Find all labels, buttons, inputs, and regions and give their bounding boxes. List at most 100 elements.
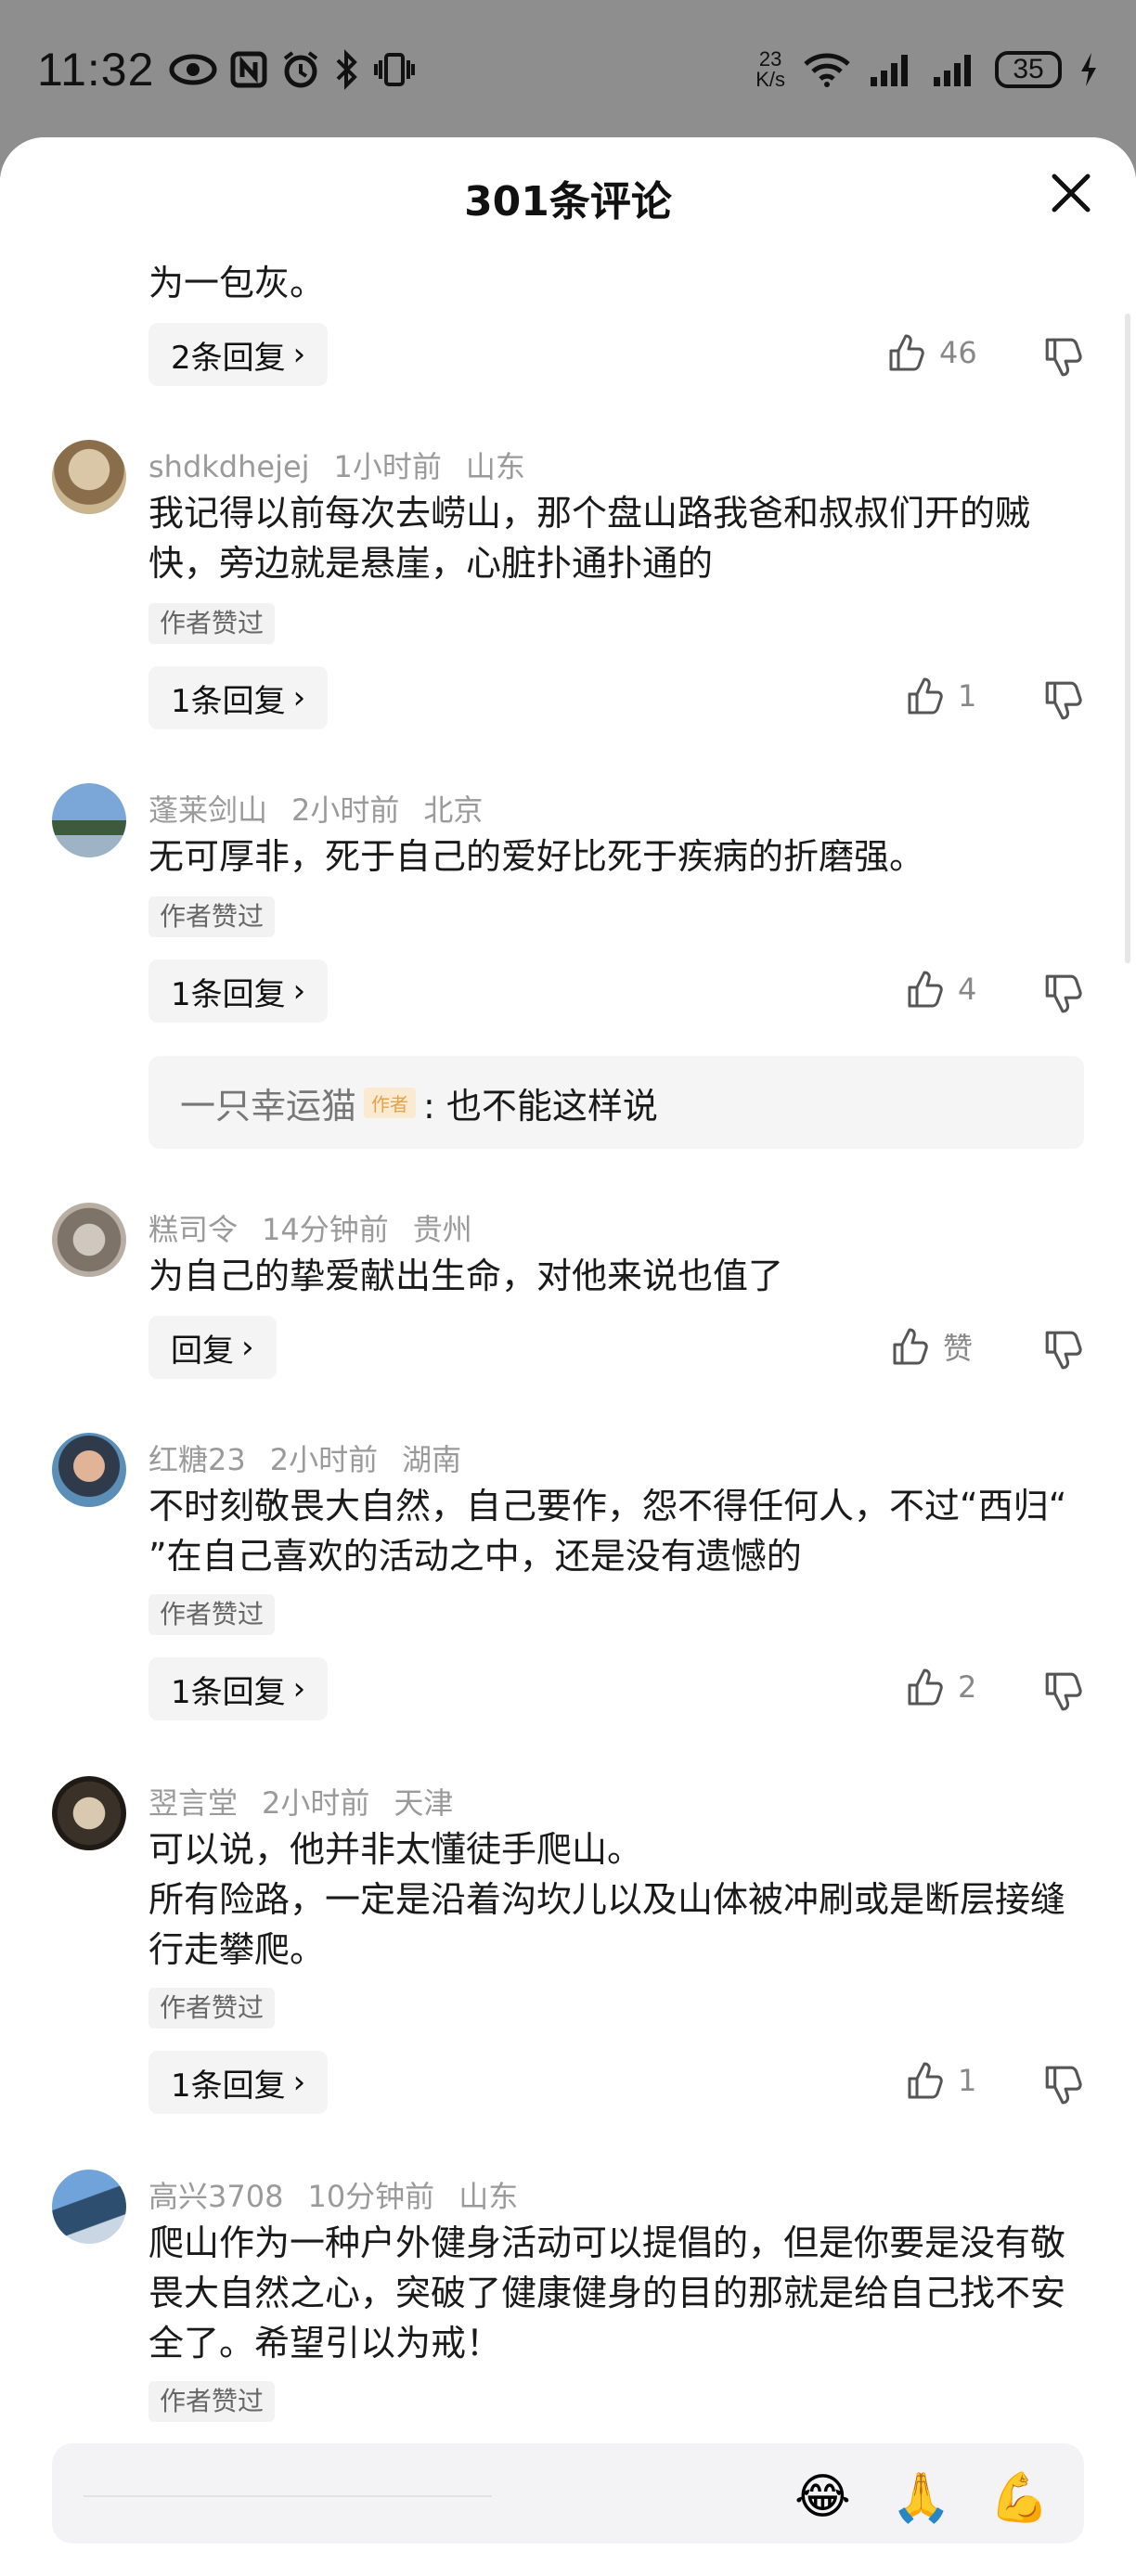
- sheet-title: 301条评论: [464, 178, 672, 225]
- signal-icon-1: [871, 55, 908, 86]
- like-button[interactable]: 4: [904, 969, 976, 1010]
- status-left-icons: [169, 49, 416, 90]
- thumbs-down-icon[interactable]: [1041, 2064, 1084, 2106]
- speed-value: 23: [758, 47, 782, 71]
- thumbs-up-icon: [889, 334, 924, 371]
- comment-input-field[interactable]: [84, 2495, 492, 2497]
- comment-meta: 翌言堂 2小时前 天津: [148, 1780, 477, 1823]
- username[interactable]: 糕司令: [148, 1212, 238, 1247]
- sub-reply-text: : 也不能这样说: [423, 1085, 658, 1127]
- author-liked-badge: 作者赞过: [148, 2381, 276, 2422]
- like-button[interactable]: 1: [904, 2060, 976, 2101]
- emoji-muscle-icon[interactable]: 💪: [989, 2469, 1050, 2526]
- username[interactable]: 蓬莱剑山: [148, 792, 267, 828]
- avatar[interactable]: [52, 2170, 126, 2244]
- timestamp: 1小时前: [333, 449, 442, 484]
- comment-meta: 高兴3708 10分钟前 山东: [148, 2173, 542, 2216]
- comment-text-line: 可以说，他并非太懂徒手爬山。: [148, 1829, 643, 1870]
- comment-meta: 红糖23 2小时前 湖南: [148, 1436, 485, 1479]
- timestamp: 10分钟前: [307, 2179, 435, 2214]
- username[interactable]: shdkdhejej: [148, 449, 310, 484]
- replies-label: 1条回复: [171, 1673, 286, 1711]
- chevron-right-icon: ›: [292, 336, 306, 373]
- alarm-icon: [284, 51, 318, 88]
- like-button[interactable]: 2: [904, 1667, 976, 1707]
- location: 山东: [458, 2179, 519, 2214]
- location: 湖南: [402, 1442, 462, 1477]
- status-bar: 11:32 23 K/s 35: [0, 0, 1136, 139]
- comment-meta: 糕司令 14分钟前 贵州: [148, 1206, 497, 1249]
- close-icon[interactable]: [1043, 165, 1099, 221]
- thumbs-up-icon: [908, 971, 943, 1008]
- view-replies-button[interactable]: 1条回复 ›: [148, 1657, 329, 1720]
- avatar[interactable]: [52, 1776, 126, 1850]
- comment-meta: 蓬莱剑山 2小时前 北京: [148, 787, 507, 830]
- replies-label: 2条回复: [171, 339, 286, 377]
- sub-reply-username[interactable]: 一只幸运猫: [180, 1077, 356, 1128]
- view-replies-button[interactable]: 1条回复 ›: [148, 2051, 329, 2114]
- replies-label: 1条回复: [171, 682, 286, 720]
- comment-text: 可以说，他并非太懂徒手爬山。 所有险路，一定是沿着沟坎儿以及山体被冲刷或是断层接…: [148, 1824, 1086, 1975]
- comment-text: 我记得以前每次去崂山，那个盘山路我爸和叔叔们开的贼快，旁边就是悬崖，心脏扑通扑通…: [148, 493, 1031, 584]
- thumbs-down-icon[interactable]: [1041, 1670, 1084, 1713]
- avatar[interactable]: [52, 1203, 126, 1277]
- battery-level: 35: [1013, 54, 1044, 84]
- username[interactable]: 翌言堂: [148, 1785, 238, 1821]
- bluetooth-icon: [337, 49, 358, 90]
- thumbs-down-icon[interactable]: [1041, 679, 1084, 722]
- thumbs-up-icon: [893, 1328, 928, 1365]
- location: 北京: [423, 792, 484, 828]
- like-count: 赞: [943, 1331, 974, 1366]
- comment-input-bar[interactable]: 😂 🙏 💪: [52, 2443, 1084, 2544]
- comment-text: 不时刻敬畏大自然，自己要作，怨不得任何人，不过“西归“ ”在自己喜欢的活动之中，…: [148, 1486, 1067, 1577]
- chevron-right-icon: ›: [292, 679, 306, 716]
- like-button[interactable]: 46: [885, 332, 977, 373]
- author-liked-badge: 作者赞过: [148, 896, 276, 937]
- comment-text-line: 所有险路，一定是沿着沟坎儿以及山体被冲刷或是断层接缝行走攀爬。: [148, 1879, 1066, 1970]
- like-count: 4: [958, 972, 977, 1007]
- username[interactable]: 红糖23: [148, 1442, 246, 1477]
- chevron-right-icon: ›: [241, 1329, 254, 1366]
- location: 山东: [465, 449, 525, 484]
- signal-icon-2: [934, 55, 971, 86]
- speed-unit: K/s: [755, 68, 785, 91]
- thumbs-down-icon[interactable]: [1041, 1329, 1084, 1372]
- thumbs-up-icon: [908, 677, 943, 715]
- author-liked-badge: 作者赞过: [148, 1988, 276, 2029]
- thumbs-up-icon: [908, 2062, 943, 2099]
- view-replies-button[interactable]: 1条回复 ›: [148, 960, 329, 1023]
- nfc-icon: [230, 51, 267, 88]
- thumbs-down-icon[interactable]: [1041, 336, 1084, 379]
- like-count: 2: [958, 1669, 977, 1705]
- scrollbar[interactable]: [1125, 314, 1130, 963]
- location: 天津: [394, 1785, 454, 1821]
- emoji-laugh-icon[interactable]: 😂: [794, 2469, 851, 2525]
- like-count: 1: [958, 2063, 977, 2098]
- like-button[interactable]: 1: [904, 676, 976, 716]
- comment-text: 爬山作为一种户外健身活动可以提倡的，但是你要是没有敬畏大自然之心，突破了健康健身…: [148, 2222, 1066, 2363]
- avatar[interactable]: [52, 440, 126, 514]
- like-button[interactable]: 赞: [889, 1325, 973, 1368]
- wifi-icon: [804, 53, 850, 87]
- username[interactable]: 高兴3708: [148, 2179, 283, 2214]
- chevron-right-icon: ›: [292, 1670, 306, 1707]
- vibrate-icon: [374, 53, 416, 86]
- thumbs-down-icon[interactable]: [1041, 972, 1084, 1015]
- like-count: 1: [958, 678, 977, 714]
- emoji-pray-icon[interactable]: 🙏: [891, 2469, 951, 2526]
- comment-text: 无可厚非，死于自己的爱好比死于疾病的折磨强。: [148, 836, 925, 877]
- thumbs-up-icon: [908, 1668, 943, 1706]
- avatar[interactable]: [52, 1433, 126, 1507]
- sub-reply[interactable]: 一只幸运猫 作者 : 也不能这样说: [148, 1056, 1084, 1149]
- replies-label: 1条回复: [171, 975, 286, 1013]
- avatar[interactable]: [52, 783, 126, 857]
- replies-label: 回复: [171, 1332, 234, 1370]
- view-replies-button[interactable]: 1条回复 ›: [148, 666, 329, 729]
- comment-text: 为自己的挚爱献出生命，对他来说也值了: [148, 1256, 784, 1296]
- reply-button[interactable]: 回复 ›: [148, 1316, 277, 1379]
- comment-meta: shdkdhejej 1小时前 山东: [148, 444, 549, 486]
- charging-icon: [1081, 53, 1096, 86]
- location: 贵州: [412, 1212, 472, 1247]
- timestamp: 2小时前: [269, 1442, 379, 1477]
- view-replies-button[interactable]: 2条回复 ›: [148, 323, 329, 386]
